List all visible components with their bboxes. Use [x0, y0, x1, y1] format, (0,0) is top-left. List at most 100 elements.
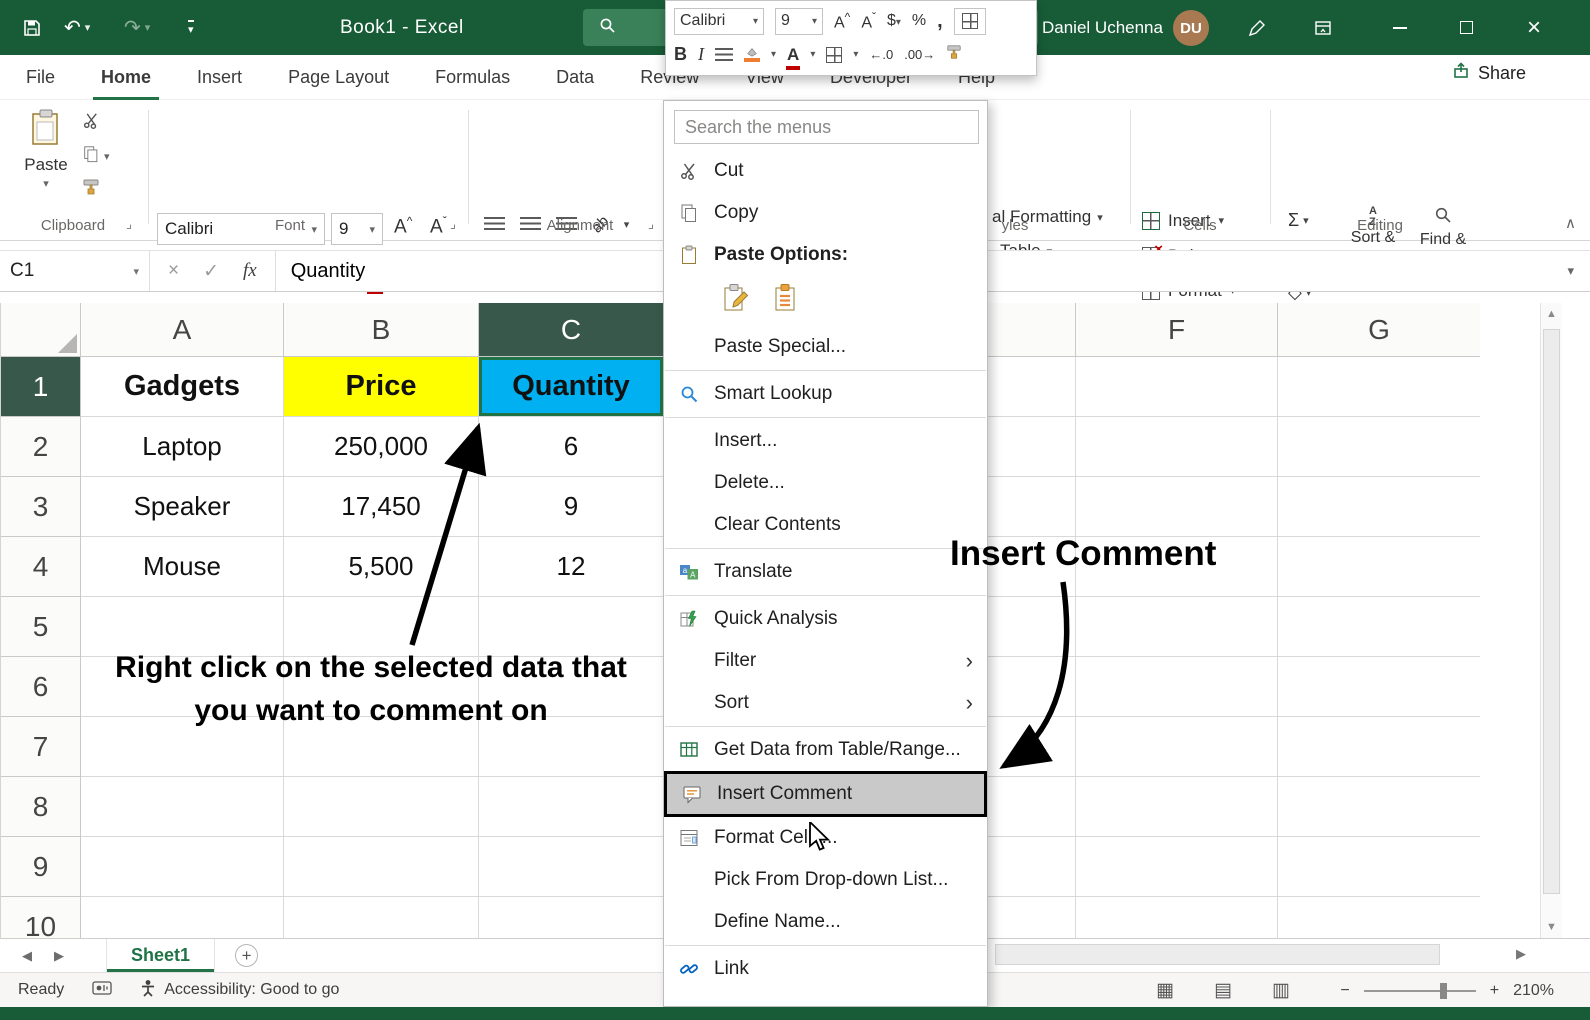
menu-item-define-name[interactable]: Define Name... — [664, 901, 987, 943]
cell-F3[interactable] — [1076, 477, 1278, 537]
mini-italic-button[interactable]: I — [698, 44, 704, 65]
row-header-7[interactable]: 7 — [1, 717, 81, 777]
user-name[interactable]: Daniel Uchenna — [1042, 0, 1163, 55]
paste-button[interactable]: Paste ▾ — [16, 108, 76, 190]
cell-C2[interactable]: 6 — [479, 417, 664, 477]
menu-item-cut[interactable]: Cut — [664, 150, 987, 192]
mini-currency-button[interactable]: $▾ — [887, 12, 901, 30]
cell-B8[interactable] — [284, 777, 479, 837]
row-header-2[interactable]: 2 — [1, 417, 81, 477]
cell-G5[interactable] — [1278, 597, 1480, 657]
cell-B4[interactable]: 5,500 — [284, 537, 479, 597]
cell-B9[interactable] — [284, 837, 479, 897]
cell-G7[interactable] — [1278, 717, 1480, 777]
mini-fill-color-icon[interactable] — [744, 47, 760, 62]
font-dialog-launcher[interactable]: ⌟ — [450, 216, 456, 232]
cell-F7[interactable] — [1076, 717, 1278, 777]
cell-G8[interactable] — [1278, 777, 1480, 837]
cell-B2[interactable]: 250,000 — [284, 417, 479, 477]
mini-percent-button[interactable]: % — [912, 12, 926, 30]
scroll-down-icon[interactable]: ▼ — [1541, 921, 1562, 933]
scroll-right-icon[interactable]: ▶ — [1516, 946, 1526, 962]
clipboard-dialog-launcher[interactable]: ⌟ — [126, 216, 132, 232]
expand-formula-bar-icon[interactable]: ▾ — [1551, 251, 1590, 291]
minimize-button[interactable] — [1378, 0, 1422, 55]
vertical-scrollbar-thumb[interactable] — [1543, 329, 1560, 894]
mini-borders-icon[interactable] — [826, 47, 842, 63]
cell-A10[interactable] — [81, 897, 284, 938]
column-header-F[interactable]: F — [1076, 303, 1278, 357]
cell-B3[interactable]: 17,450 — [284, 477, 479, 537]
column-header-A[interactable]: A — [81, 303, 284, 357]
cell-G10[interactable] — [1278, 897, 1480, 938]
mini-merge-icon[interactable] — [954, 8, 986, 35]
save-icon[interactable] — [22, 0, 42, 55]
scroll-up-icon[interactable]: ▲ — [1541, 308, 1562, 320]
zoom-out-button[interactable]: − — [1340, 982, 1349, 1000]
cell-A3[interactable]: Speaker — [81, 477, 284, 537]
row-header-10[interactable]: 10 — [1, 897, 81, 938]
column-header-B[interactable]: B — [284, 303, 479, 357]
cell-C3[interactable]: 9 — [479, 477, 664, 537]
row-header-6[interactable]: 6 — [1, 657, 81, 717]
accessibility-status[interactable]: Accessibility: Good to go — [140, 979, 339, 1002]
align-top-icon[interactable] — [484, 217, 505, 232]
menu-item-link[interactable]: Link — [664, 948, 987, 990]
cell-C8[interactable] — [479, 777, 664, 837]
name-box[interactable]: C1▾ — [0, 251, 150, 291]
row-header-1[interactable]: 1 — [1, 357, 81, 417]
maximize-button[interactable] — [1444, 0, 1488, 55]
menu-search-input[interactable] — [674, 110, 979, 144]
autosum-button[interactable]: Σ▾ — [1288, 204, 1311, 237]
cell-C10[interactable] — [479, 897, 664, 938]
cut-button[interactable] — [82, 112, 110, 134]
alignment-dialog-launcher[interactable]: ⌟ — [648, 216, 654, 232]
menu-item-paste-options[interactable]: Paste Options: — [664, 234, 987, 276]
undo-button[interactable]: ↶▾ — [64, 0, 90, 55]
zoom-slider-thumb[interactable] — [1440, 983, 1447, 999]
grow-font-button[interactable]: A^ — [394, 214, 412, 238]
zoom-in-button[interactable]: + — [1490, 982, 1499, 1000]
mini-grow-font-button[interactable]: A^ — [834, 10, 850, 32]
cell-A9[interactable] — [81, 837, 284, 897]
cell-B1[interactable]: Price — [284, 357, 479, 417]
paste-keep-formatting-icon[interactable] — [720, 282, 752, 320]
mini-bold-button[interactable]: B — [674, 44, 687, 65]
cell-G9[interactable] — [1278, 837, 1480, 897]
mini-center-align-icon[interactable] — [715, 48, 733, 61]
menu-item-sort[interactable]: Sort› — [664, 682, 987, 724]
cancel-icon[interactable]: × — [168, 260, 179, 282]
tab-home[interactable]: Home — [101, 55, 151, 100]
mini-decrease-decimal-button[interactable]: .00→ — [904, 47, 935, 62]
page-layout-view-icon[interactable]: ▤ — [1214, 979, 1232, 1002]
cell-G3[interactable] — [1278, 477, 1480, 537]
cell-C9[interactable] — [479, 837, 664, 897]
row-header-9[interactable]: 9 — [1, 837, 81, 897]
cell-A1[interactable]: Gadgets — [81, 357, 284, 417]
zoom-slider[interactable] — [1364, 990, 1476, 992]
sheet-nav-left-icon[interactable]: ◀ — [22, 948, 32, 964]
menu-item-delete[interactable]: Delete... — [664, 462, 987, 504]
row-header-4[interactable]: 4 — [1, 537, 81, 597]
menu-item-smart-lookup[interactable]: Smart Lookup — [664, 373, 987, 415]
enter-icon[interactable]: ✓ — [203, 260, 219, 283]
mini-shrink-font-button[interactable]: Aˇ — [861, 10, 876, 32]
cell-G4[interactable] — [1278, 537, 1480, 597]
shrink-font-button[interactable]: Aˇ — [430, 214, 447, 238]
format-painter-button[interactable] — [82, 178, 110, 200]
mini-font-color-icon[interactable]: A — [787, 45, 799, 65]
collapse-ribbon-button[interactable]: ∧ — [1565, 214, 1576, 232]
tab-formulas[interactable]: Formulas — [435, 55, 510, 100]
tab-file[interactable]: File — [26, 55, 55, 100]
menu-item-get-data-from-table-range[interactable]: Get Data from Table/Range... — [664, 729, 987, 771]
sheet-nav-right-icon[interactable]: ▶ — [54, 948, 64, 964]
menu-item-pick-from-drop-down-list[interactable]: Pick From Drop-down List... — [664, 859, 987, 901]
share-button[interactable]: Share — [1452, 62, 1526, 85]
cell-F8[interactable] — [1076, 777, 1278, 837]
menu-item-copy[interactable]: Copy — [664, 192, 987, 234]
redo-button[interactable]: ↷▾ — [124, 0, 150, 55]
tab-data[interactable]: Data — [556, 55, 594, 100]
paste-values-icon[interactable] — [770, 282, 802, 320]
cell-G6[interactable] — [1278, 657, 1480, 717]
mini-increase-decimal-button[interactable]: ←.0 — [869, 47, 893, 62]
